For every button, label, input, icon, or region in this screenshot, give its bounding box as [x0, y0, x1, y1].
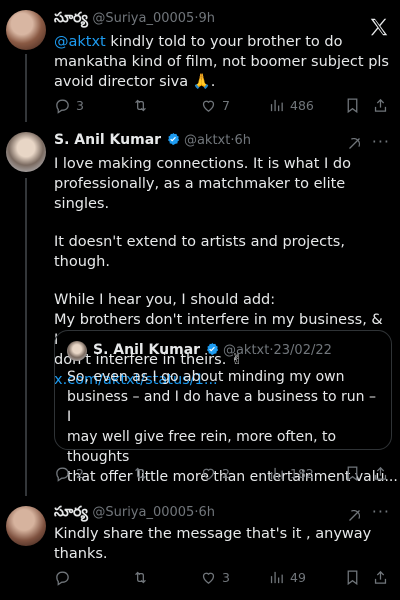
reply-button[interactable]: 3	[54, 94, 84, 116]
views-icon	[270, 99, 283, 111]
like-button[interactable]: 7	[200, 94, 230, 116]
verified-badge-icon	[206, 342, 218, 356]
views-button[interactable]: 182	[268, 462, 314, 484]
grok-icon[interactable]	[347, 136, 362, 151]
tweet-actions: 3 49	[54, 566, 394, 588]
conversation-thread: సూర్య @Suriya_00005·9h @aktxt kindly tol…	[0, 0, 400, 600]
timestamp[interactable]: 9h	[198, 11, 215, 26]
quote-author-name: S. Anil Kumar	[93, 342, 201, 358]
verified-badge-icon	[167, 132, 179, 146]
share-button[interactable]	[372, 566, 389, 588]
quoted-tweet[interactable]: S. Anil Kumar @aktxt·23/02/22 So, even a…	[54, 330, 398, 485]
pray-emoji: 🙏	[192, 74, 211, 90]
heart-icon	[202, 572, 215, 584]
avatar[interactable]	[6, 506, 46, 546]
like-count: 3	[222, 569, 230, 585]
quote-line: may well give free rein, more often, to …	[67, 429, 337, 465]
tweet-text: @aktxt kindly told to your brother to do…	[54, 32, 390, 92]
view-count: 49	[290, 569, 306, 585]
tweet-header: సూర్య @Suriya_00005·9h	[54, 10, 392, 30]
thread-connector	[25, 178, 27, 496]
author-name[interactable]: S. Anil Kumar	[54, 132, 161, 148]
tweet-3[interactable]: సూర్య @Suriya_00005·6h ··· Kindly share …	[0, 500, 400, 596]
share-icon	[374, 466, 387, 480]
tweet-2[interactable]: S. Anil Kumar @aktxt·6h ··· I love makin…	[0, 132, 400, 496]
reply-icon	[56, 467, 69, 482]
like-button[interactable]: 3	[200, 566, 230, 588]
thread-connector	[25, 54, 27, 122]
bookmark-button[interactable]	[344, 462, 361, 484]
repost-icon	[135, 99, 146, 111]
tweet-header: S. Anil Kumar @aktxt·6h	[54, 132, 392, 152]
author-name[interactable]: సూర్య	[54, 10, 88, 26]
quote-handle: @aktxt	[222, 343, 270, 358]
author-name[interactable]: సూర్య	[54, 504, 88, 520]
like-count: 7	[222, 97, 230, 113]
quote-avatar	[67, 341, 87, 361]
reply-icon	[56, 99, 69, 114]
tweet-actions: 2 2 182	[54, 462, 394, 484]
share-button[interactable]	[372, 94, 389, 116]
timestamp[interactable]: 6h	[235, 133, 252, 148]
views-icon	[270, 571, 283, 583]
like-count: 2	[222, 465, 230, 481]
bookmark-icon	[347, 97, 358, 113]
tweet-1[interactable]: సూర్య @Suriya_00005·9h @aktxt kindly tol…	[0, 10, 400, 122]
grok-icon[interactable]	[347, 508, 362, 523]
more-options-icon[interactable]: ···	[372, 502, 390, 521]
reply-count: 3	[76, 97, 84, 113]
avatar[interactable]	[6, 132, 46, 172]
bookmark-button[interactable]	[344, 94, 361, 116]
quote-line: business – and I do have a business to r…	[67, 389, 376, 425]
text-line: professionally, as a matchmaker to elite…	[54, 176, 346, 212]
view-count: 486	[290, 97, 314, 113]
tweet-end: .	[210, 74, 216, 90]
share-icon	[374, 570, 387, 584]
tweet-text: Kindly share the message that's it , any…	[54, 524, 390, 564]
bookmark-icon	[347, 569, 358, 585]
tweet-header: సూర్య @Suriya_00005·6h	[54, 504, 392, 524]
quote-header: S. Anil Kumar @aktxt·23/02/22	[93, 342, 332, 358]
quote-line: So, even as I go about minding my own	[67, 369, 345, 385]
repost-icon	[135, 467, 146, 479]
mention-link[interactable]: @aktxt	[54, 34, 106, 50]
repost-button[interactable]	[132, 462, 154, 484]
share-button[interactable]	[372, 462, 389, 484]
views-icon	[270, 467, 283, 479]
view-count: 182	[290, 465, 314, 481]
bookmark-icon	[347, 465, 358, 481]
reply-count: 2	[76, 465, 84, 481]
quote-date: 23/02/22	[273, 343, 332, 358]
reply-button[interactable]	[54, 566, 76, 588]
repost-button[interactable]	[132, 94, 154, 116]
avatar[interactable]	[6, 10, 46, 50]
text-line: While I hear you, I should add:	[54, 292, 276, 308]
timestamp[interactable]: 6h	[198, 505, 215, 520]
text-line: Kindly share the message that's it , any…	[54, 526, 372, 542]
views-button[interactable]: 486	[268, 94, 314, 116]
text-line: I love making connections. It is what I …	[54, 156, 351, 172]
reply-button[interactable]: 2	[54, 462, 84, 484]
repost-button[interactable]	[132, 566, 154, 588]
author-handle[interactable]: @aktxt	[184, 133, 230, 148]
text-line: thanks.	[54, 546, 108, 562]
author-handle[interactable]: @Suriya_00005	[92, 11, 194, 26]
views-button[interactable]: 49	[268, 566, 306, 588]
text-line: It doesn't extend to artists and project…	[54, 234, 345, 270]
bookmark-button[interactable]	[344, 566, 361, 588]
heart-icon	[202, 468, 215, 480]
repost-icon	[135, 571, 146, 583]
like-button[interactable]: 2	[200, 462, 230, 484]
reply-icon	[56, 571, 69, 586]
heart-icon	[202, 100, 215, 112]
share-icon	[374, 98, 387, 112]
author-handle[interactable]: @Suriya_00005	[92, 505, 194, 520]
tweet-actions: 3 7 486	[54, 94, 394, 116]
more-options-icon[interactable]: ···	[372, 132, 390, 151]
